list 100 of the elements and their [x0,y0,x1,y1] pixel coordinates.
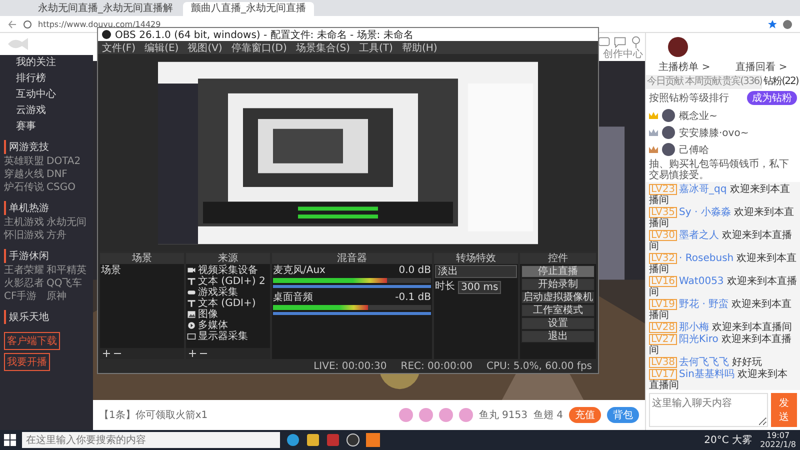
category-link[interactable]: CSGO [46,182,89,194]
add-icon[interactable] [189,350,196,357]
section-title: 娱乐天地 [4,310,89,324]
menu-item[interactable]: 场景集合(S) [296,40,350,54]
duration-field[interactable]: 300 ms [458,281,502,294]
menu-item[interactable]: 停靠窗口(D) [231,40,287,54]
channel-reading: -0.1 dB [395,292,431,303]
chat-message: LV35 Sy · 小淼淼 欢迎来到本直播间 [649,207,795,229]
browser-tab[interactable]: 永劫无间直播_永劫无间直播解 [30,2,181,16]
rank-tab[interactable]: 钻粉(22) [762,75,800,89]
browser-tab[interactable]: 颤曲八直播_永劫无间直播 [183,2,314,16]
obs-icon[interactable] [346,433,360,447]
sidebar-item[interactable]: 我的关注 [0,55,93,71]
panel-link[interactable]: 直播回看 > [736,61,788,75]
fish-ball-balance: 鱼丸 9153 [478,408,528,422]
chat-message: LV17 Sin基基料吗 欢迎来到本直播间 [649,369,789,390]
remove-icon[interactable] [200,350,207,357]
monitor-icon[interactable] [597,34,611,48]
sidebar-button[interactable]: 客户端下载 [4,332,60,350]
reward-tip: 【1条】你可领取火箭x1 [99,408,208,422]
category-link[interactable]: 和平精英 [46,265,89,277]
clock[interactable]: 19:07 2022/1/8 [760,431,796,449]
menu-item[interactable]: 视图(V) [188,40,222,54]
avatar [662,143,675,156]
panel-link[interactable]: 主播榜单 > [658,61,710,75]
fan-name: 安安膝膝·ovo~ [679,126,749,140]
control-button[interactable]: 工作室模式 [521,304,595,317]
status-text: REC: 00:00:00 [400,361,472,373]
control-button[interactable]: 退出 [521,330,595,343]
control-button[interactable]: 设置 [521,317,595,330]
category-link[interactable]: 主机游戏 [4,217,46,229]
fan-name: 己傅哈 [679,144,709,156]
weather-text[interactable]: 20°C 大雾 [704,433,752,447]
source-item[interactable]: 视频采集设备 [187,265,269,276]
category-link[interactable]: 火影忍者 [4,278,46,290]
category-link[interactable]: 英雄联盟 [4,156,46,168]
camera-icon [187,266,196,275]
source-item[interactable]: 文本 (GDI+) [187,298,269,309]
category-link[interactable]: 原神 [46,291,89,303]
source-item[interactable]: 图像 [187,309,269,320]
sidebar-button[interactable]: 我要开播 [4,353,50,371]
sidebar-item[interactable]: 排行榜 [0,71,93,87]
category-link[interactable]: 穿越火线 [4,169,46,181]
browser-icon[interactable] [286,433,300,447]
source-item[interactable]: 多媒体 [187,320,269,331]
category-link[interactable]: 炉石传说 [4,182,46,194]
chat-message: LV32 · Rosebush 欢迎来到本直播间 [649,253,797,275]
status-text: LIVE: 00:00:30 [314,361,387,373]
avatar [662,126,675,139]
header-link[interactable]: 创作中心 [603,48,643,60]
chat-message: LV23 嘉冰哥_qq 欢迎来到本直播间 [649,184,791,206]
search-field[interactable]: 在这里输入你要搜索的内容 [22,432,280,448]
text-icon [187,277,196,286]
category-link[interactable]: 永劫无间 [46,217,89,229]
control-button[interactable]: 开始录制 [521,278,595,291]
add-icon[interactable] [103,350,110,357]
category-link[interactable]: 王者荣耀 [4,265,46,277]
category-link[interactable]: DNF [46,169,89,181]
control-button[interactable]: 启动虚拟摄像机 [521,291,595,304]
source-item[interactable]: 游戏采集 [187,287,269,298]
chat-message: LV16 Wat0053 欢迎来到本直播间 [649,276,797,298]
category-link[interactable]: DOTA2 [46,156,89,168]
dock-title: 转场特效 [434,253,518,264]
category-link[interactable]: CF手游 [4,291,46,303]
scene-item[interactable]: 场景 [101,265,183,276]
lightbulb-icon[interactable] [629,34,643,48]
windows-start-icon[interactable] [4,434,16,446]
chat-input[interactable]: 这里输入聊天内容 [649,393,768,427]
star-icon[interactable] [768,20,777,28]
dock-title: 场景 [100,253,184,264]
avatar [662,109,675,122]
control-button[interactable]: 停止直播 [521,265,595,278]
chat-message: LV38 去何飞飞飞 好好玩 [649,357,764,368]
chat-message: LV30 墨者之人 欢迎来到本直播间 [649,230,794,252]
sidebar-item[interactable]: 赛事 [0,119,93,135]
image-icon [187,310,196,319]
app-icon[interactable] [306,433,320,447]
menu-item[interactable]: 帮助(H) [402,40,438,54]
remove-icon[interactable] [114,350,121,357]
text-icon [187,299,196,308]
chat-notice: 抽、购买礼包等码领钱币，私下交易慎接受。 [646,158,800,182]
menu-item[interactable]: 编辑(E) [144,40,179,54]
reload-icon[interactable] [23,20,32,28]
back-icon[interactable] [8,20,17,28]
source-item[interactable]: 显示器采集 [187,331,269,342]
channel-reading: 0.0 dB [398,265,431,276]
menu-item[interactable]: 文件(F) [102,40,136,54]
category-link[interactable]: QQ飞车 [46,278,89,290]
menu-item[interactable]: 工具(T) [359,40,393,54]
join-button[interactable]: 成为钻粉 [747,91,797,105]
category-link[interactable]: 方舟 [46,230,89,242]
avatar-icon[interactable] [668,37,688,57]
sidebar-item[interactable]: 互动中心 [0,87,93,103]
category-link[interactable]: 怀旧游戏 [4,230,46,242]
transition-select[interactable]: 淡出 [435,265,517,278]
address-bar[interactable]: https://www.douyu.com/14429 [38,20,161,28]
channel-name: 桌面音频 [273,292,313,303]
sidebar-item[interactable]: 云游戏 [0,103,93,119]
status-text: CPU: 5.0%, 60.00 fps [486,361,592,373]
source-item[interactable]: 文本 (GDI+) 2 [187,276,269,287]
